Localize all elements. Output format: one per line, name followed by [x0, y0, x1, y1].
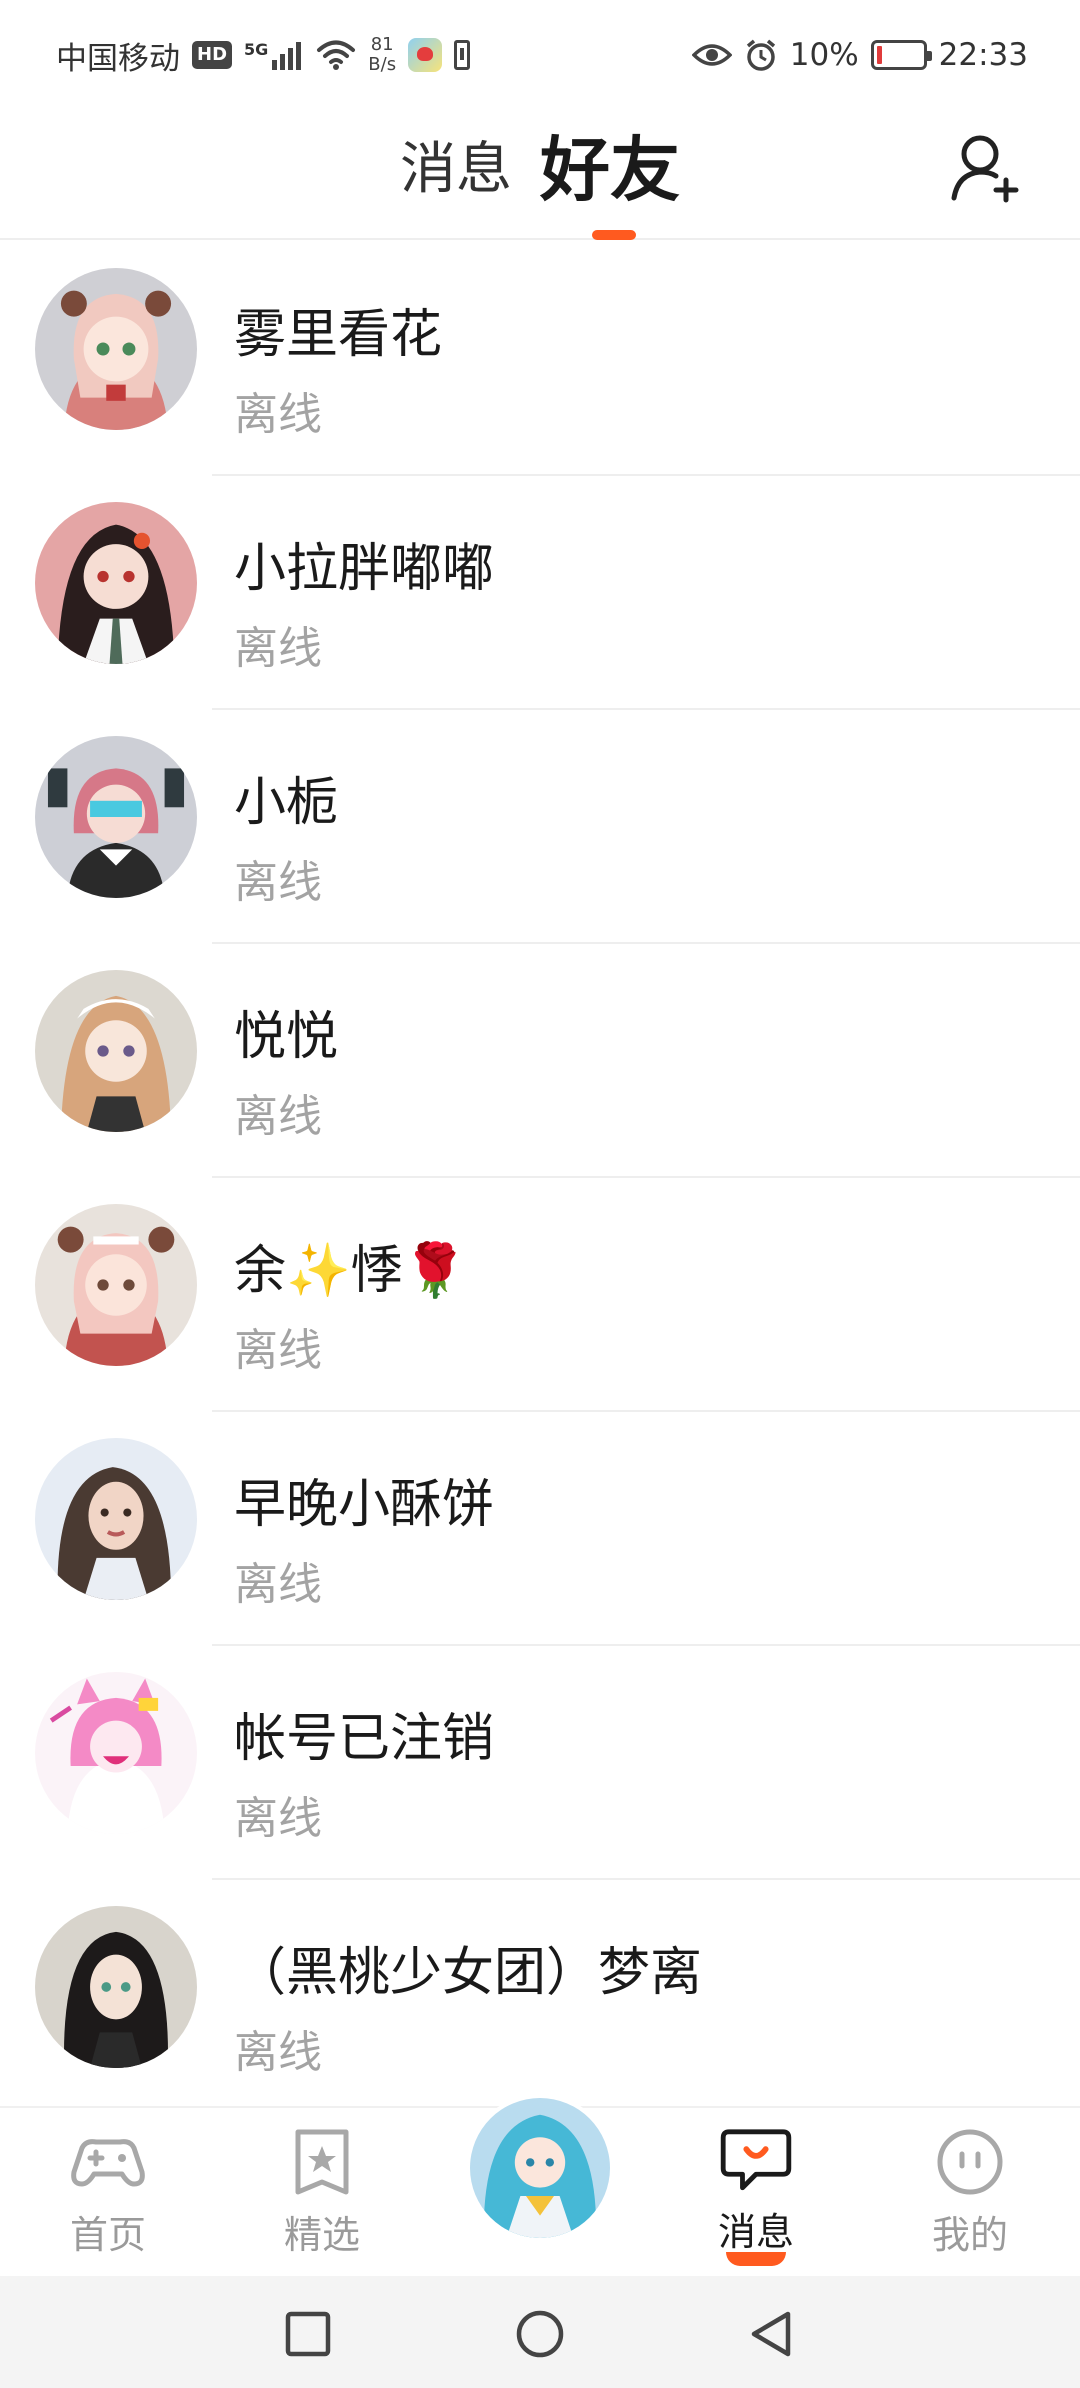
- wifi-icon: [317, 40, 356, 70]
- friend-status: 离线: [234, 389, 322, 440]
- nav-home[interactable]: 首页: [28, 2126, 188, 2266]
- avatar-5-image: [35, 1204, 197, 1366]
- add-user-icon: [951, 135, 1019, 203]
- avatar-2-image: [35, 502, 197, 664]
- friend-row[interactable]: 悦悦 离线: [0, 944, 1080, 1178]
- center-avatar-button[interactable]: [466, 2094, 614, 2242]
- friend-name: 悦悦: [234, 1007, 339, 1067]
- friend-list: 雾里看花 离线 小拉胖嘟嘟 离线 小栀 离线 悦悦 离线 余✨悸🌹 离线 早晚小…: [0, 242, 1080, 2114]
- battery-percent: 10%: [789, 37, 859, 73]
- signal-bars-icon: [272, 42, 302, 70]
- nav-home-label: 首页: [69, 2213, 146, 2257]
- friend-name: 小拉胖嘟嘟: [234, 539, 495, 599]
- avatar-8-image: [35, 1906, 197, 2068]
- alarm-icon: [746, 39, 775, 71]
- friend-status: 离线: [234, 1325, 322, 1376]
- status-bar: 中国移动 HD 5G 81 B/s 10% 22:33: [0, 0, 1080, 110]
- hd-badge: HD: [192, 41, 233, 69]
- nav-active-indicator: [726, 2252, 786, 2266]
- friend-status: 离线: [234, 2027, 322, 2078]
- tab-bar: 消息 好友: [0, 120, 1080, 220]
- avatar[interactable]: [35, 1438, 197, 1600]
- status-right: 10% 22:33: [691, 37, 1028, 73]
- avatar[interactable]: [35, 736, 197, 898]
- friend-row[interactable]: 雾里看花 离线: [0, 242, 1080, 476]
- header: 消息 好友: [0, 110, 1080, 240]
- net-speed-value: 81: [370, 34, 394, 55]
- friend-status: 离线: [234, 623, 322, 674]
- avatar-4-image: [35, 970, 197, 1132]
- nav-messages[interactable]: 消息: [676, 2126, 836, 2266]
- star-badge-icon: [295, 2129, 349, 2195]
- user-avatar-image: [470, 2098, 610, 2238]
- home-button[interactable]: [512, 2306, 568, 2362]
- system-nav-bar: [0, 2276, 1080, 2388]
- friend-name: 小栀: [234, 773, 339, 833]
- avatar-7-image: [35, 1672, 197, 1834]
- avatar[interactable]: [35, 1906, 197, 2068]
- avatar[interactable]: [35, 268, 197, 430]
- recent-apps-button[interactable]: [280, 2306, 336, 2362]
- tab-messages[interactable]: 消息: [400, 120, 512, 220]
- gamepad-icon: [71, 2139, 145, 2187]
- friend-row[interactable]: 余✨悸🌹 离线: [0, 1178, 1080, 1412]
- nav-me[interactable]: 我的: [890, 2126, 1050, 2266]
- battery-icon: [870, 40, 932, 70]
- friend-status: 离线: [234, 1793, 322, 1844]
- friend-name: （黑桃少女团）梦离: [234, 1943, 703, 2003]
- add-friend-button[interactable]: [950, 130, 1020, 206]
- chat-bubble-icon: [720, 2129, 792, 2191]
- screen: 中国移动 HD 5G 81 B/s 10% 22:33 消息 好友 雾里看花 离…: [0, 0, 1080, 2388]
- status-left: 中国移动 HD 5G 81 B/s: [56, 33, 692, 78]
- signal-icon: 5G: [244, 40, 304, 70]
- friend-row[interactable]: 帐号已注销 离线: [0, 1646, 1080, 1880]
- friend-name: 早晚小酥饼: [234, 1475, 495, 1535]
- friend-name: 帐号已注销: [234, 1709, 495, 1769]
- back-button[interactable]: [744, 2306, 800, 2362]
- friend-status: 离线: [234, 1091, 322, 1142]
- avatar[interactable]: [35, 970, 197, 1132]
- eye-icon: [691, 44, 732, 66]
- friend-name: 余✨悸🌹: [234, 1241, 468, 1301]
- network-type: 5G: [244, 40, 269, 59]
- net-speed: 81 B/s: [368, 35, 396, 75]
- nav-messages-label: 消息: [717, 2210, 794, 2255]
- avatar[interactable]: [35, 1672, 197, 1834]
- active-tab-indicator: [592, 230, 636, 240]
- net-speed-unit: B/s: [368, 54, 397, 75]
- friend-status: 离线: [234, 857, 322, 908]
- clock: 22:33: [938, 37, 1028, 73]
- tab-friends[interactable]: 好友: [540, 120, 680, 220]
- avatar[interactable]: [35, 1204, 197, 1366]
- friend-name: 雾里看花: [234, 305, 443, 365]
- friend-status: 离线: [234, 1559, 322, 1610]
- avatar[interactable]: [35, 502, 197, 664]
- avatar-3-image: [35, 736, 197, 898]
- avatar-1-image: [35, 268, 197, 430]
- sim-alert-icon: [454, 40, 471, 70]
- friend-row[interactable]: 早晚小酥饼 离线: [0, 1412, 1080, 1646]
- app-notification-icon: [408, 38, 443, 72]
- nav-featured-label: 精选: [283, 2213, 360, 2257]
- friend-row[interactable]: 小栀 离线: [0, 710, 1080, 944]
- nav-featured[interactable]: 精选: [242, 2126, 402, 2266]
- face-icon: [937, 2129, 1003, 2195]
- nav-me-label: 我的: [931, 2213, 1008, 2257]
- carrier-label: 中国移动: [56, 40, 180, 77]
- friend-row[interactable]: 小拉胖嘟嘟 离线: [0, 476, 1080, 710]
- avatar-6-image: [35, 1438, 197, 1600]
